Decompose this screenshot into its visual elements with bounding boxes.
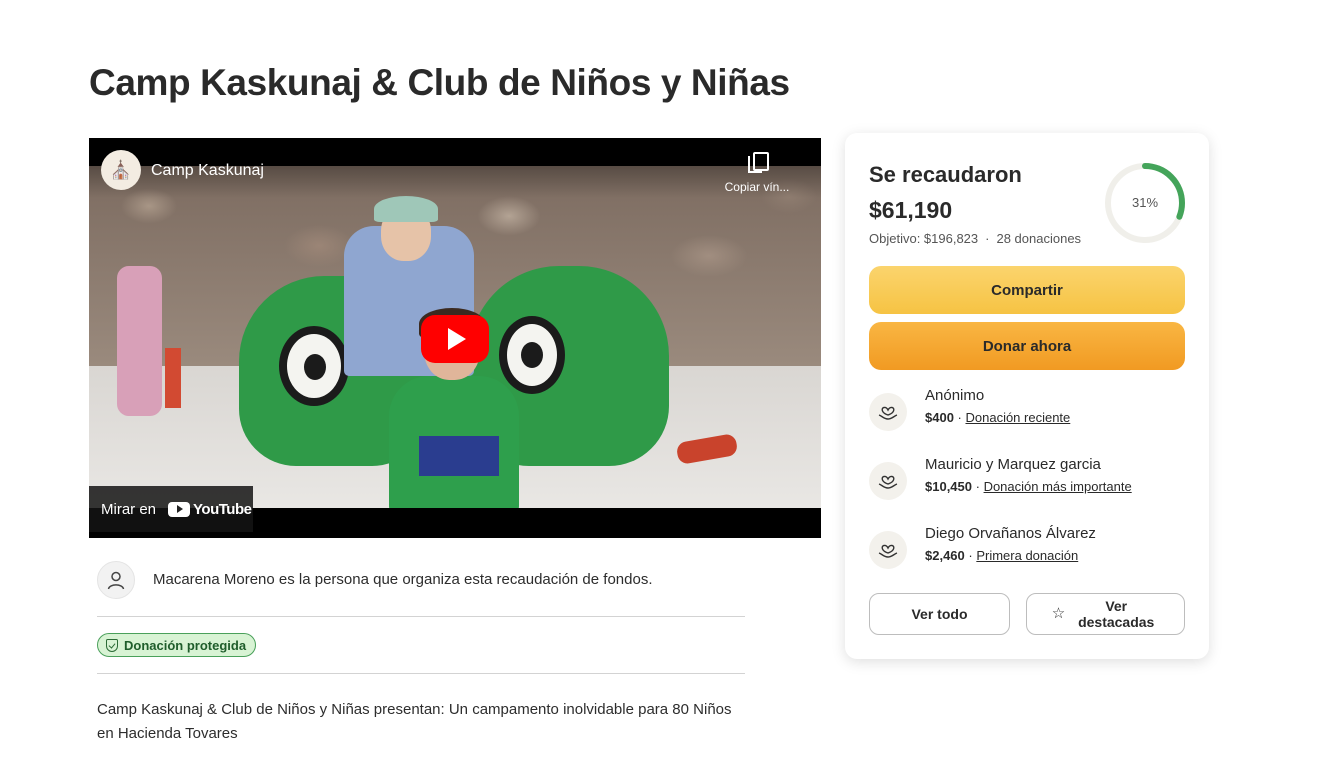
donor-item: Mauricio y Marquez garcia $10,450 · Dona… (869, 456, 1185, 502)
share-button[interactable]: Compartir (869, 266, 1185, 314)
copy-icon (747, 150, 769, 173)
donor-name: Diego Orvañanos Álvarez (925, 525, 1096, 542)
heart-hand-icon (869, 531, 907, 569)
see-all-button[interactable]: Ver todo (869, 593, 1010, 635)
play-icon[interactable] (421, 315, 489, 363)
watch-on-label: Mirar en (101, 500, 157, 518)
donor-tag-link[interactable]: Donación reciente (965, 410, 1070, 425)
donate-button[interactable]: Donar ahora (869, 322, 1185, 370)
donation-sidebar: Se recaudaron $61,190 Objetivo: $196,823… (845, 133, 1209, 659)
donor-meta: $2,460 · Primera donación (925, 548, 1079, 563)
organizer-text: Macarena Moreno es la persona que organi… (153, 571, 653, 588)
copy-link-button[interactable]: Copiar vín... (717, 150, 797, 196)
copy-link-label: Copiar vín... (724, 180, 790, 194)
protected-row: Donación protegida (97, 617, 745, 674)
goal-amount: Objetivo: $196,823 (869, 231, 979, 246)
heart-hand-icon (869, 393, 907, 431)
goal-line: Objetivo: $196,823 · 28 donaciones (869, 231, 1082, 246)
organizer-row: Macarena Moreno es la persona que organi… (97, 561, 745, 617)
donor-tag-link[interactable]: Donación más importante (984, 479, 1132, 494)
protected-badge[interactable]: Donación protegida (97, 633, 257, 657)
donor-name: Anónimo (925, 387, 985, 404)
protected-label: Donación protegida (124, 637, 247, 653)
raised-label: Se recaudaron (869, 162, 1022, 187)
raised-amount: $61,190 (869, 197, 953, 223)
featured-button[interactable]: ☆ Ver destacadas (1026, 593, 1185, 635)
donor-meta: $400 · Donación reciente (925, 410, 1071, 425)
shield-icon (106, 638, 118, 652)
watch-on-youtube-button[interactable]: Mirar en YouTube (89, 486, 253, 532)
donor-tag-link[interactable]: Primera donación (976, 548, 1078, 563)
channel-logo[interactable]: ⛪ (101, 150, 141, 190)
donation-count: 28 donaciones (996, 231, 1082, 246)
page-title: Camp Kaskunaj & Club de Niños y Niñas (89, 62, 790, 103)
youtube-logo: YouTube (168, 501, 252, 518)
user-icon (97, 561, 135, 599)
campaign-description: Camp Kaskunaj & Club de Niños y Niñas pr… (97, 701, 732, 742)
star-icon: ☆ (1051, 605, 1066, 622)
progress-percent: 31% (1131, 195, 1159, 210)
donor-item: Anónimo $400 · Donación reciente (869, 387, 1185, 433)
video-player[interactable]: ⛪ Camp Kaskunaj Copiar vín... Mirar en Y… (89, 138, 821, 538)
heart-hand-icon (869, 462, 907, 500)
channel-name[interactable]: Camp Kaskunaj (151, 162, 264, 180)
donor-meta: $10,450 · Donación más importante (925, 479, 1132, 494)
donor-item: Diego Orvañanos Álvarez $2,460 · Primera… (869, 525, 1185, 571)
featured-label: Ver destacadas (1078, 598, 1155, 630)
donor-name: Mauricio y Marquez garcia (925, 456, 1101, 473)
